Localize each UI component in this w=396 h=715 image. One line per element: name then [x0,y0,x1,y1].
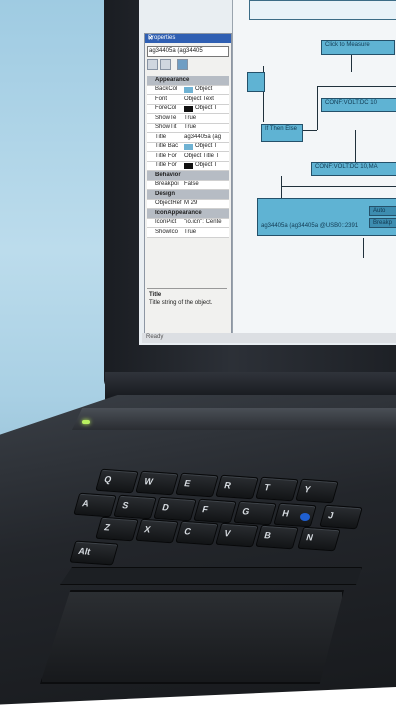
touchpad-buttons[interactable] [60,567,362,585]
key-label: F [201,504,210,515]
key[interactable]: G [233,500,277,526]
key[interactable]: R [215,474,259,500]
key[interactable]: T [255,476,299,502]
key-label: T [263,482,272,493]
key-label: Q [103,474,113,485]
key-label: V [223,528,232,539]
key[interactable]: X [135,518,179,544]
key[interactable]: B [255,524,299,550]
key-label: H [281,508,291,519]
key[interactable]: C [175,520,219,546]
key[interactable]: E [175,472,219,498]
key[interactable]: Q [95,468,139,494]
key-label: R [223,480,233,491]
key-label: D [161,502,171,513]
key-label: Y [303,484,312,495]
key-label: X [143,524,152,535]
key[interactable]: F [193,498,237,524]
key-label: J [327,510,335,521]
key-label: S [121,500,130,511]
key-label: C [183,526,193,537]
key[interactable]: S [113,494,157,520]
key[interactable]: H [273,502,317,528]
key[interactable]: J [319,504,363,530]
key[interactable]: V [215,522,259,548]
key-label: G [241,506,251,517]
key[interactable]: Alt [69,540,119,566]
key[interactable]: Y [295,478,339,504]
key-label: W [143,476,155,487]
key-label: N [305,532,315,543]
key-label: E [183,478,192,489]
key[interactable]: D [153,496,197,522]
laptop-photo: Click to Measure CONF:VOLT:DC 10 If Then… [0,0,396,715]
key[interactable]: A [73,492,117,518]
key-label: A [81,498,91,509]
touchpad[interactable] [40,590,344,684]
key[interactable]: Z [95,516,139,542]
key-label: B [263,530,273,541]
key-label: Alt [77,545,92,557]
key[interactable]: W [135,470,179,496]
key[interactable]: N [297,526,341,552]
key-label: Z [103,522,112,533]
trackpoint[interactable] [300,513,310,521]
